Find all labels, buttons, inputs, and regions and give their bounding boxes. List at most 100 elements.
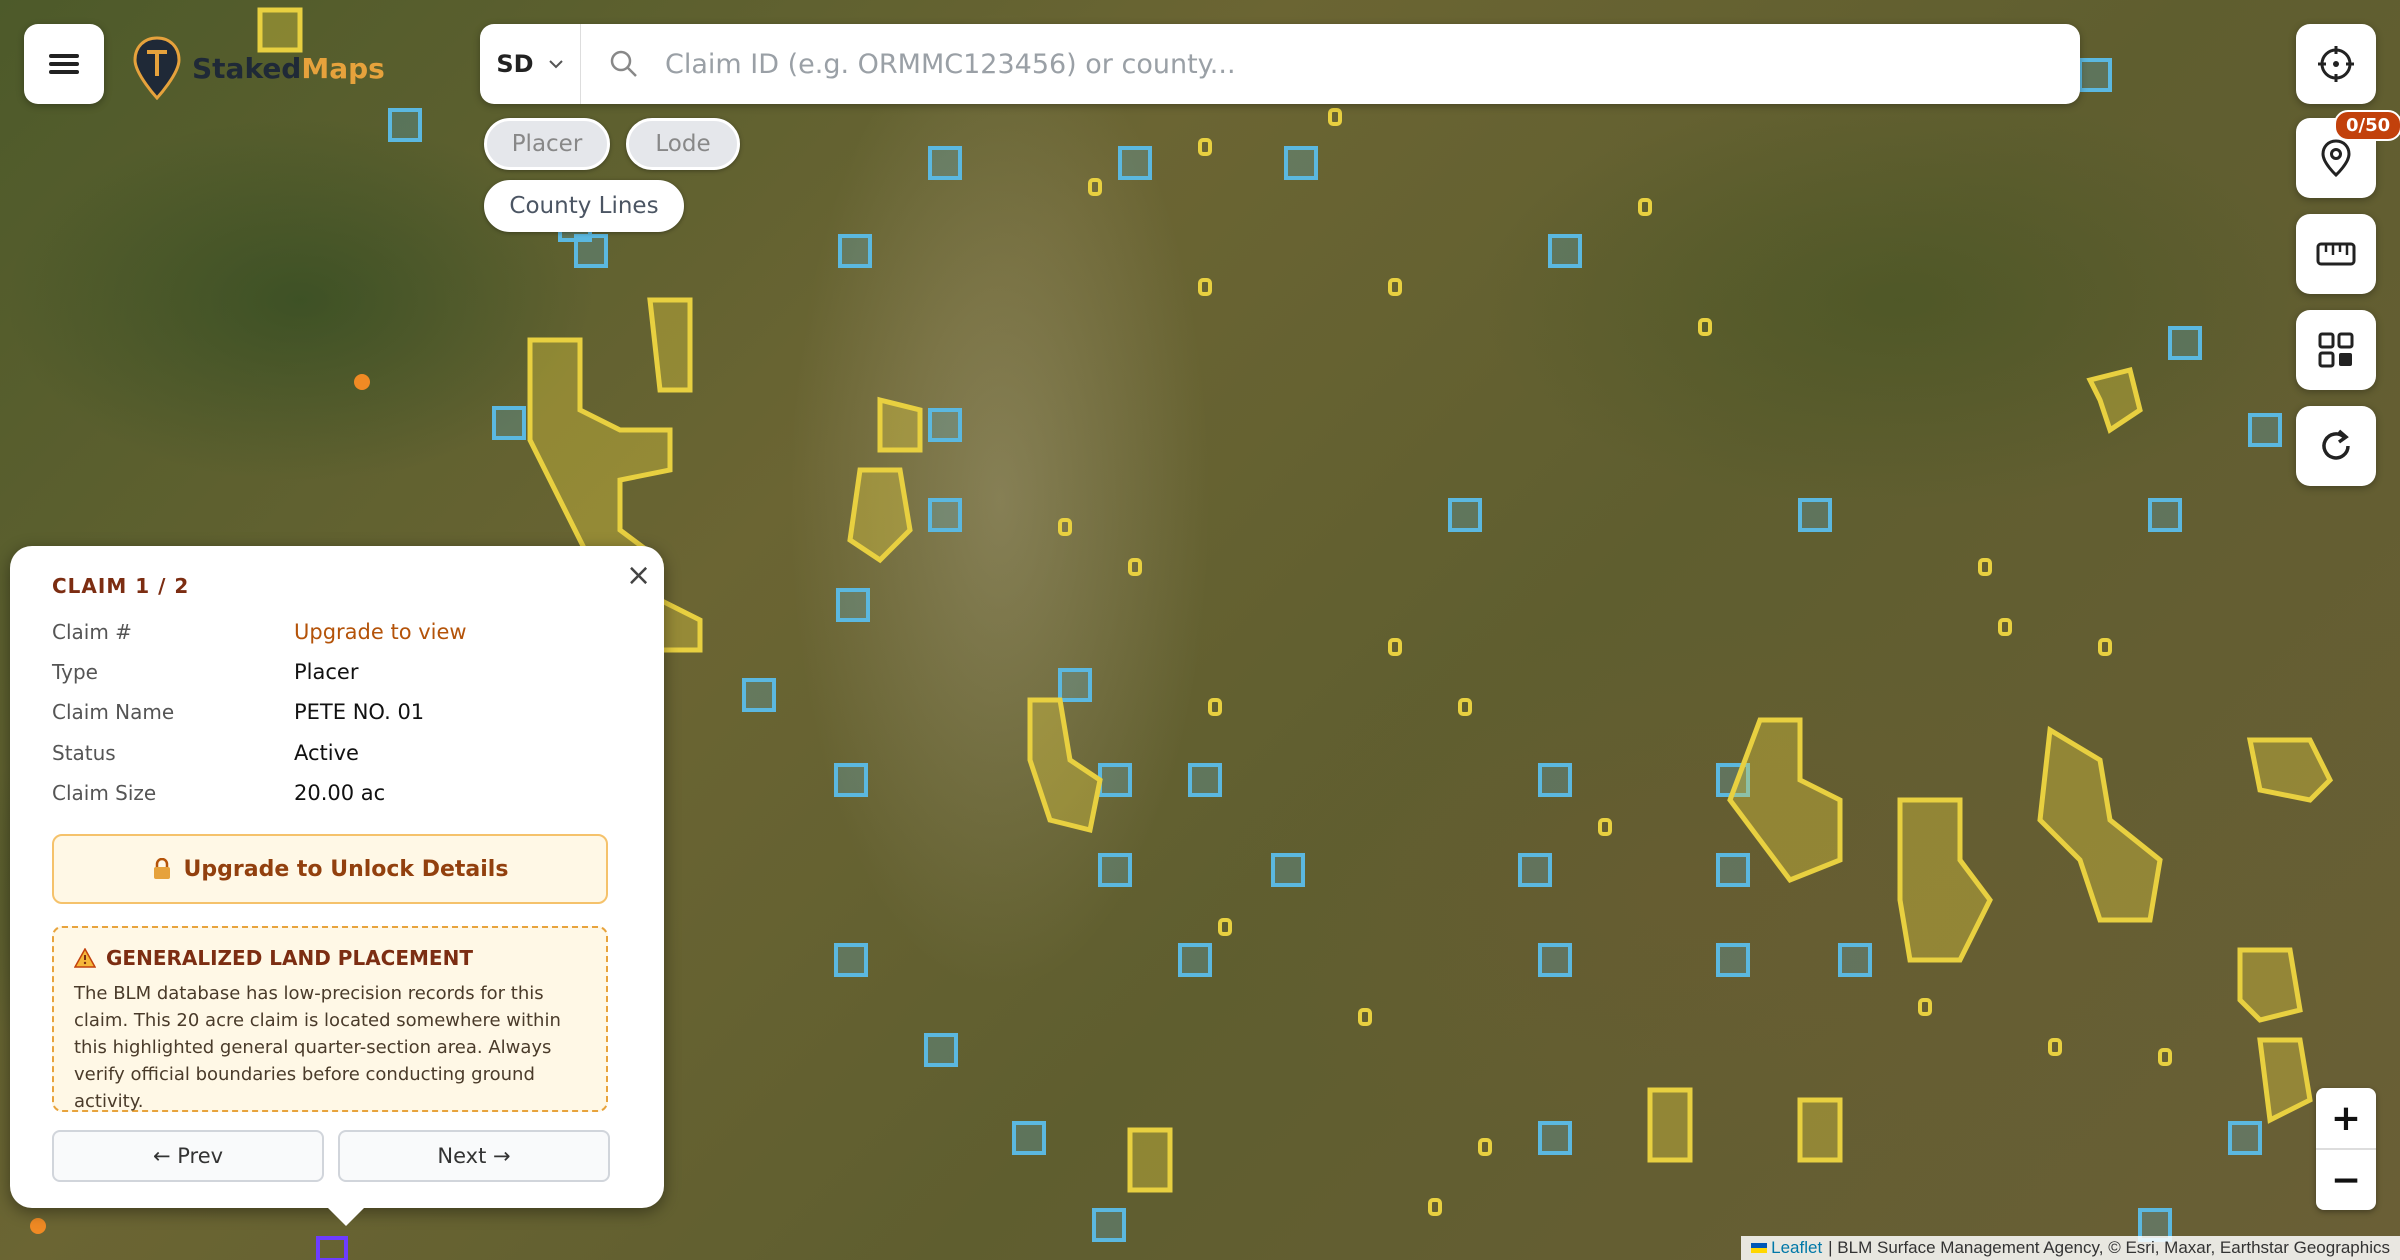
lode-claim[interactable] — [836, 588, 870, 622]
zoom-out-button[interactable]: − — [2316, 1150, 2376, 1210]
measure-button[interactable] — [2296, 214, 2376, 294]
filter-chip-county-lines[interactable]: County Lines — [484, 180, 684, 232]
lode-claim[interactable] — [1798, 498, 1832, 532]
lode-claim[interactable] — [1092, 1208, 1126, 1242]
filter-chip-lode[interactable]: Lode — [626, 118, 740, 170]
placer-claim[interactable] — [2237, 947, 2303, 1023]
pin-icon — [2321, 139, 2351, 178]
zoom-in-button[interactable]: + — [2316, 1088, 2376, 1150]
placer-claim[interactable] — [847, 467, 913, 564]
placer-claim-small[interactable] — [1388, 638, 1402, 656]
state-select[interactable]: SD — [480, 24, 581, 104]
placer-claim-small[interactable] — [1698, 318, 1712, 336]
lode-claim[interactable] — [1538, 943, 1572, 977]
claim-marker[interactable] — [30, 1218, 46, 1234]
placer-claim[interactable] — [1797, 1097, 1843, 1163]
selected-claim-area[interactable] — [316, 1236, 348, 1260]
lode-claim[interactable] — [1098, 853, 1132, 887]
placer-claim[interactable] — [1647, 1087, 1693, 1163]
lode-claim[interactable] — [924, 1033, 958, 1067]
placer-claim-small[interactable] — [1918, 998, 1932, 1016]
warning-icon — [74, 948, 96, 968]
placer-claim[interactable] — [1027, 697, 1103, 834]
placer-claim[interactable] — [1897, 797, 1993, 963]
menu-button[interactable] — [24, 24, 104, 104]
placer-claim[interactable] — [2037, 725, 2163, 923]
filter-chip-placer[interactable]: Placer — [484, 118, 610, 170]
placer-claim[interactable] — [647, 297, 693, 393]
brand-logo: StakedMaps — [132, 36, 385, 100]
field-label: Claim Size — [52, 781, 157, 805]
chip-label: County Lines — [509, 193, 659, 219]
placer-claim-small[interactable] — [1358, 1008, 1372, 1026]
upgrade-unlock-button[interactable]: Upgrade to Unlock Details — [52, 834, 608, 904]
lode-claim[interactable] — [742, 678, 776, 712]
placer-claim-small[interactable] — [1978, 558, 1992, 576]
placer-claim-small[interactable] — [1458, 698, 1472, 716]
placer-claim-small[interactable] — [2048, 1038, 2062, 1056]
lode-claim[interactable] — [2078, 58, 2112, 92]
lode-claim[interactable] — [1058, 668, 1092, 702]
placer-claim[interactable] — [1127, 1127, 1173, 1193]
lode-claim[interactable] — [2168, 326, 2202, 360]
placer-claim-small[interactable] — [2158, 1048, 2172, 1066]
lode-claim[interactable] — [1188, 763, 1222, 797]
lode-claim[interactable] — [1271, 853, 1305, 887]
lode-claim[interactable] — [1448, 498, 1482, 532]
logo-pin-icon — [133, 36, 181, 100]
lode-claim[interactable] — [2248, 413, 2282, 447]
prev-button[interactable]: ← Prev — [52, 1130, 324, 1182]
leaflet-link[interactable]: Leaflet — [1771, 1238, 1822, 1258]
placer-claim-small[interactable] — [1058, 518, 1072, 536]
placer-claim-small[interactable] — [1088, 178, 1102, 196]
lode-claim[interactable] — [928, 498, 962, 532]
lode-claim[interactable] — [1538, 763, 1572, 797]
lode-claim[interactable] — [928, 408, 962, 442]
close-icon[interactable]: × — [626, 558, 651, 593]
placer-claim-small[interactable] — [1198, 278, 1212, 296]
placer-claim-small[interactable] — [1198, 138, 1212, 156]
lode-claim[interactable] — [1118, 146, 1152, 180]
lode-claim[interactable] — [1518, 853, 1552, 887]
placer-claim-small[interactable] — [1428, 1198, 1442, 1216]
placer-claim-small[interactable] — [1598, 818, 1612, 836]
placer-claim[interactable] — [2246, 737, 2334, 803]
next-button[interactable]: Next → — [338, 1130, 610, 1182]
lode-claim[interactable] — [838, 234, 872, 268]
lode-claim[interactable] — [1716, 943, 1750, 977]
placer-claim-small[interactable] — [1328, 108, 1342, 126]
placer-claim-small[interactable] — [1218, 918, 1232, 936]
lode-claim[interactable] — [1538, 1121, 1572, 1155]
zoom-control: + − — [2316, 1088, 2376, 1210]
placer-claim-small[interactable] — [1208, 698, 1222, 716]
lode-claim[interactable] — [834, 763, 868, 797]
placer-claim-small[interactable] — [1638, 198, 1652, 216]
lode-claim[interactable] — [1284, 146, 1318, 180]
claim-marker[interactable] — [354, 374, 370, 390]
lode-claim[interactable] — [1178, 943, 1212, 977]
upgrade-link[interactable]: Upgrade to view — [294, 620, 467, 644]
lode-claim[interactable] — [492, 406, 526, 440]
placer-claim-small[interactable] — [1128, 558, 1142, 576]
placer-claim[interactable] — [2086, 366, 2143, 434]
search-input[interactable] — [663, 47, 2067, 81]
lode-claim[interactable] — [928, 146, 962, 180]
refresh-button[interactable] — [2296, 406, 2376, 486]
lode-claim[interactable] — [1012, 1121, 1046, 1155]
placer-claim-small[interactable] — [2098, 638, 2112, 656]
lode-claim[interactable] — [388, 108, 422, 142]
lode-claim[interactable] — [1548, 234, 1582, 268]
lode-claim[interactable] — [1098, 763, 1132, 797]
lode-claim[interactable] — [834, 943, 868, 977]
lode-claim[interactable] — [2228, 1121, 2262, 1155]
placer-claim-small[interactable] — [1478, 1138, 1492, 1156]
locate-button[interactable] — [2296, 24, 2376, 104]
lode-claim[interactable] — [1716, 853, 1750, 887]
layers-button[interactable] — [2296, 310, 2376, 390]
lode-claim[interactable] — [1838, 943, 1872, 977]
placer-claim-small[interactable] — [1388, 278, 1402, 296]
placer-claim-small[interactable] — [1998, 618, 2012, 636]
placer-claim[interactable] — [877, 396, 923, 453]
lode-claim[interactable] — [2148, 498, 2182, 532]
placer-claim[interactable] — [2257, 1037, 2313, 1124]
